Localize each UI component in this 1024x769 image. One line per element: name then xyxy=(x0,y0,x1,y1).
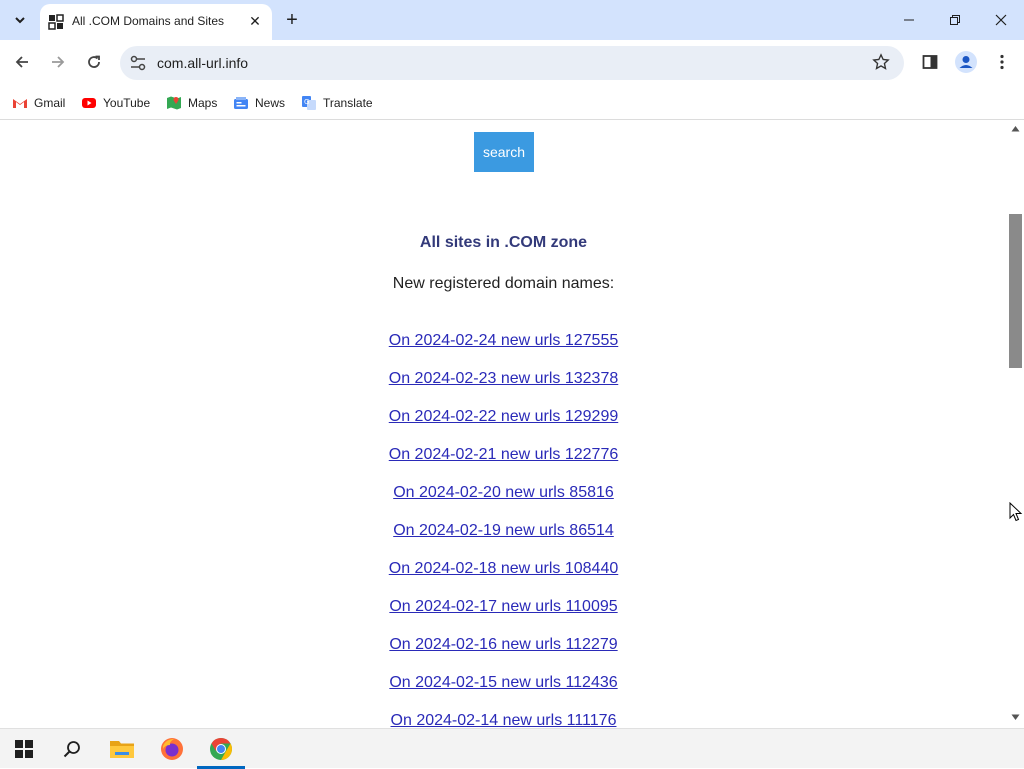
page-title: All sites in .COM zone xyxy=(419,234,588,251)
firefox-button[interactable] xyxy=(148,729,196,769)
forward-button[interactable] xyxy=(44,48,72,76)
youtube-icon xyxy=(82,98,96,108)
mouse-cursor-icon xyxy=(1009,502,1023,522)
file-explorer-icon xyxy=(110,741,134,758)
url-text[interactable]: com.all-url.info xyxy=(157,55,248,71)
minimize-icon xyxy=(904,19,914,21)
site-favicon-icon xyxy=(48,14,64,30)
news-icon xyxy=(234,97,248,109)
side-panel-icon xyxy=(922,55,938,69)
site-settings-icon[interactable] xyxy=(128,53,148,73)
scrollbar-thumb[interactable] xyxy=(1009,214,1022,368)
taskbar-search-button[interactable] xyxy=(48,729,96,769)
daily-link[interactable]: On 2024-02-16 new urls 112279 xyxy=(0,636,1007,674)
profile-button[interactable] xyxy=(952,48,980,76)
page-content: search All sites in .COM zone New regist… xyxy=(0,121,1007,728)
bookmark-label: Maps xyxy=(188,96,218,110)
new-tab-button[interactable]: + xyxy=(280,8,304,32)
chrome-icon xyxy=(210,738,232,760)
tab-search-button[interactable] xyxy=(8,8,32,32)
tab-title: All .COM Domains and Sites xyxy=(72,14,225,28)
tab-close-icon[interactable]: ✕ xyxy=(246,12,264,30)
close-icon xyxy=(995,14,1007,26)
kebab-menu-icon xyxy=(1000,54,1004,70)
gmail-icon xyxy=(13,99,27,108)
daily-link[interactable]: On 2024-02-23 new urls 132378 xyxy=(0,370,1007,408)
daily-link[interactable]: On 2024-02-17 new urls 110095 xyxy=(0,598,1007,636)
bookmark-star-icon[interactable] xyxy=(872,53,890,71)
bookmark-translate[interactable]: G Translate xyxy=(301,93,373,113)
close-window-button[interactable] xyxy=(978,0,1024,40)
start-icon xyxy=(15,740,33,758)
firefox-icon xyxy=(161,738,183,760)
bookmark-maps[interactable]: Maps xyxy=(166,93,217,113)
daily-link[interactable]: On 2024-02-15 new urls 112436 xyxy=(0,674,1007,712)
daily-link[interactable]: On 2024-02-20 new urls 85816 xyxy=(0,484,1007,522)
vertical-scrollbar[interactable] xyxy=(1007,121,1024,728)
start-button[interactable] xyxy=(0,729,48,769)
browser-toolbar: com.all-url.info xyxy=(0,40,1024,86)
chrome-button[interactable] xyxy=(197,729,245,769)
back-button[interactable] xyxy=(8,48,36,76)
bookmark-label: Gmail xyxy=(34,96,66,110)
tab-strip: All .COM Domains and Sites ✕ + xyxy=(0,0,1024,40)
menu-button[interactable] xyxy=(988,48,1016,76)
bookmark-youtube[interactable]: YouTube xyxy=(81,93,150,113)
bookmarks-bar: Gmail YouTube Maps News G Translate xyxy=(0,86,1024,120)
reload-icon xyxy=(88,55,100,68)
bookmark-label: News xyxy=(255,96,286,110)
minimize-button[interactable] xyxy=(886,0,932,40)
restore-button[interactable] xyxy=(932,0,978,40)
side-panel-button[interactable] xyxy=(916,48,944,76)
bookmark-label: Translate xyxy=(323,96,373,110)
chevron-down-icon xyxy=(15,17,25,24)
file-explorer-button[interactable] xyxy=(98,729,146,769)
forward-arrow-icon xyxy=(52,56,65,68)
bookmark-news[interactable]: News xyxy=(233,93,285,113)
maps-icon xyxy=(167,96,181,110)
taskbar xyxy=(0,728,1024,769)
avatar-icon xyxy=(955,51,977,73)
translate-icon: G xyxy=(302,96,316,110)
reload-button[interactable] xyxy=(80,48,108,76)
bookmark-label: YouTube xyxy=(103,96,151,110)
scroll-up-arrow-icon[interactable] xyxy=(1011,125,1020,132)
daily-link[interactable]: On 2024-02-18 new urls 108440 xyxy=(0,560,1007,598)
daily-link[interactable]: On 2024-02-24 new urls 127555 xyxy=(0,332,1007,370)
scroll-down-arrow-icon[interactable] xyxy=(1011,714,1020,721)
back-arrow-icon xyxy=(15,56,28,68)
daily-link[interactable]: On 2024-02-21 new urls 122776 xyxy=(0,446,1007,484)
daily-link[interactable]: On 2024-02-14 new urls 111176 xyxy=(0,712,1007,728)
svg-text:G: G xyxy=(304,98,309,106)
search-icon xyxy=(63,741,80,758)
search-button[interactable]: search xyxy=(474,132,534,172)
daily-link[interactable]: On 2024-02-19 new urls 86514 xyxy=(0,522,1007,560)
restore-icon xyxy=(950,15,960,25)
daily-link[interactable]: On 2024-02-22 new urls 129299 xyxy=(0,408,1007,446)
active-tab[interactable]: All .COM Domains and Sites ✕ xyxy=(40,4,272,40)
bookmark-gmail[interactable]: Gmail xyxy=(12,93,65,113)
section-subtitle: New registered domain names: xyxy=(392,275,615,292)
daily-links-list: On 2024-02-24 new urls 127555 On 2024-02… xyxy=(0,332,1007,728)
address-bar[interactable]: com.all-url.info xyxy=(120,46,904,80)
